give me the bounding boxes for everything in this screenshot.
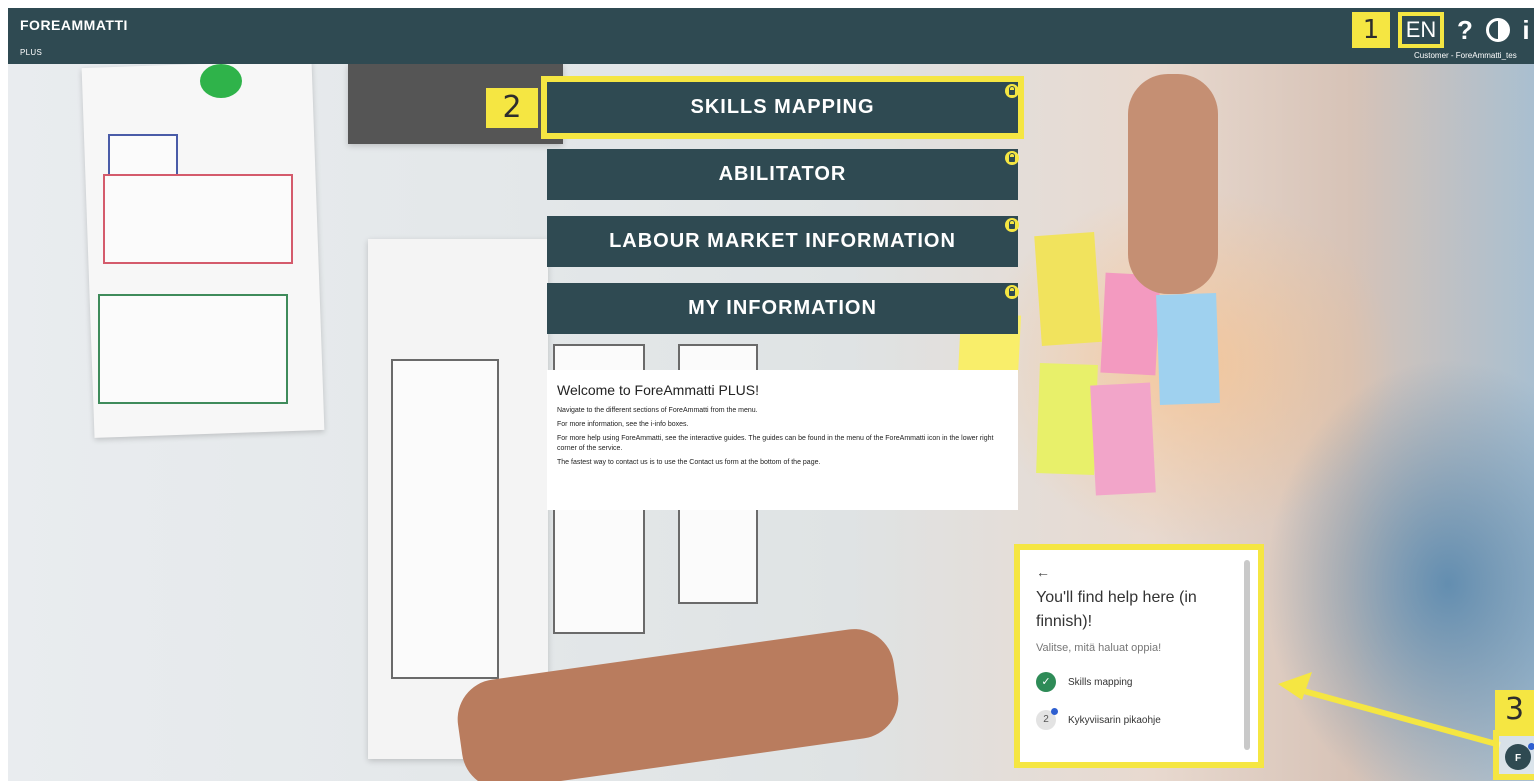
menu-item-abilitator[interactable]: ABILITATOR [547, 149, 1019, 200]
menu-item-label: LABOUR MARKET INFORMATION [609, 230, 956, 252]
welcome-card: Welcome to ForeAmmatti PLUS! Navigate to… [547, 370, 1018, 510]
language-selector[interactable]: EN [1398, 12, 1444, 48]
guide-item-label: Skills mapping [1068, 676, 1133, 688]
info-icon[interactable]: i [1518, 15, 1534, 46]
contrast-icon[interactable] [1486, 18, 1510, 42]
guide-item-label: Kykyviisarin pikaohje [1068, 714, 1161, 726]
step-number-badge: 2 [1036, 708, 1058, 730]
foreammatti-assistant-icon: F [1505, 744, 1531, 770]
welcome-paragraph: Navigate to the different sections of Fo… [557, 407, 758, 414]
guide-item-skills-mapping[interactable]: ✓ Skills mapping [1036, 672, 1240, 692]
brand-subtitle: PLUS [20, 48, 43, 57]
help-guide-panel: ← You'll find help here (in finnish)! Va… [1014, 544, 1264, 768]
menu-item-labour-market-information[interactable]: LABOUR MARKET INFORMATION [547, 216, 1019, 267]
welcome-paragraph: The fastest way to contact us is to use … [557, 459, 821, 466]
assistant-button[interactable]: F [1493, 730, 1534, 780]
customer-label: Customer - ForeAmmatti_tes [1414, 51, 1517, 60]
help-subtitle: Valitse, mitä haluat oppia! [1036, 642, 1162, 654]
menu-item-label: MY INFORMATION [688, 297, 877, 319]
question-icon[interactable]: ? [1452, 15, 1478, 46]
lock-icon [1005, 285, 1019, 299]
back-arrow-icon[interactable]: ← [1036, 564, 1240, 580]
menu-item-label: SKILLS MAPPING [690, 96, 875, 118]
help-title: You'll find help here (in finnish)! [1036, 589, 1197, 630]
header-toolbar: 1 EN ? i [1352, 12, 1534, 48]
notification-dot [1528, 743, 1534, 750]
guide-item-kykyviisari[interactable]: 2 Kykyviisarin pikaohje [1036, 708, 1240, 730]
lock-icon [1005, 218, 1019, 232]
lock-icon [1005, 151, 1019, 165]
annotation-marker-2: 2 [486, 88, 538, 128]
annotation-marker-1: 1 [1352, 12, 1390, 48]
lock-icon [1005, 84, 1019, 98]
menu-item-skills-mapping[interactable]: SKILLS MAPPING [541, 76, 1024, 139]
welcome-paragraph: For more help using ForeAmmatti, see the… [557, 435, 994, 452]
scrollbar[interactable] [1244, 560, 1250, 750]
check-icon: ✓ [1036, 672, 1056, 692]
annotation-marker-3: 3 [1495, 690, 1534, 730]
top-navigation-bar: FOREAMMATTI PLUS 1 EN ? i Customer - For… [8, 8, 1534, 64]
menu-item-my-information[interactable]: MY INFORMATION [547, 283, 1019, 334]
menu-item-label: ABILITATOR [718, 163, 847, 185]
brand-logo[interactable]: FOREAMMATTI [20, 17, 128, 33]
welcome-title: Welcome to ForeAmmatti PLUS! [557, 382, 760, 398]
welcome-paragraph: For more information, see the i-info box… [557, 421, 689, 428]
